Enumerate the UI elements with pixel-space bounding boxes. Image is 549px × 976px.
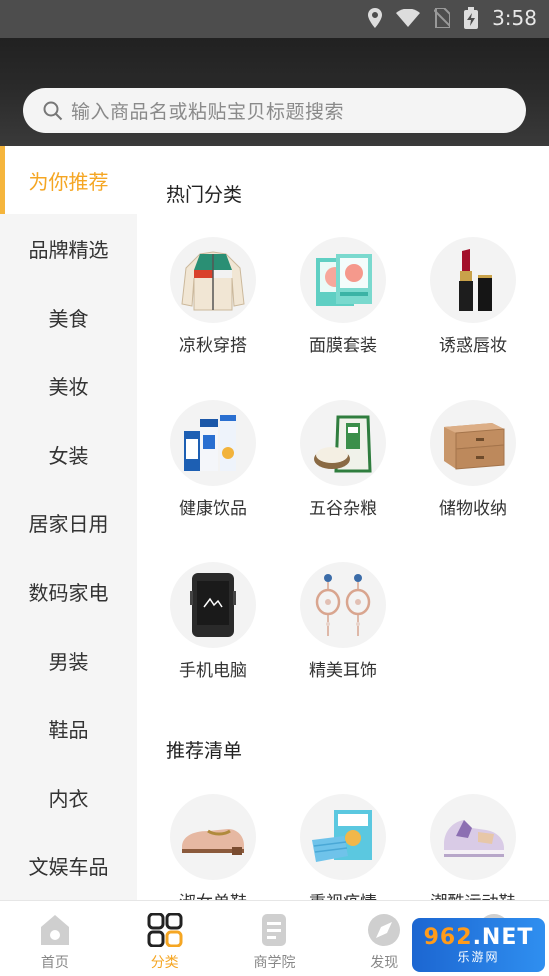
sidebar-item-label: 美食	[48, 306, 89, 331]
category-label: 健康饮品	[179, 499, 247, 519]
sidebar-item-electronics[interactable]: 数码家电	[0, 557, 137, 625]
status-bar: 3:58	[0, 0, 549, 38]
nav-label: 发现	[370, 955, 399, 971]
compass-icon	[368, 914, 401, 946]
category-image	[430, 237, 516, 323]
site-watermark: 962.NET 乐游网	[412, 918, 545, 972]
wifi-icon	[396, 9, 421, 27]
category-content: 热门分类 凉秋穿搭 面膜套装 诱惑唇妆 健康饮品 五谷杂粮 储物收纳 手机电脑 …	[137, 146, 549, 900]
category-label: 面膜套装	[309, 336, 377, 356]
loafer-icon	[182, 829, 244, 855]
category-sidebar: 为你推荐 品牌精选 美食 美妆 女装 居家日用 数码家电 男装 鞋品 内衣 文娱…	[0, 146, 137, 900]
medical-mask-icon	[312, 810, 372, 862]
category-tile[interactable]: 健康饮品	[148, 400, 278, 519]
category-tile[interactable]: 手机电脑	[148, 562, 278, 681]
category-image	[170, 794, 256, 880]
drink-bottles-icon	[184, 415, 236, 471]
header: 3:58 输入商品名或粘贴宝贝标题搜索	[0, 0, 549, 146]
sidebar-item-underwear[interactable]: 内衣	[0, 763, 137, 831]
sidebar-item-entertainment-auto[interactable]: 文娱车品	[0, 831, 137, 899]
sidebar-item-food[interactable]: 美食	[0, 283, 137, 351]
sidebar-item-label: 数码家电	[28, 580, 109, 605]
sidebar-item-label: 男装	[48, 649, 89, 674]
lipstick-icon	[459, 249, 492, 311]
watermark-site-name: 乐游网	[457, 950, 500, 964]
category-tile[interactable]: 精美耳饰	[278, 562, 408, 681]
document-icon	[262, 914, 287, 946]
sidebar-item-label: 居家日用	[28, 511, 109, 536]
status-time: 3:58	[492, 6, 537, 30]
search-input[interactable]: 输入商品名或粘贴宝贝标题搜索	[23, 88, 526, 133]
category-label: 淑女单鞋	[148, 888, 278, 900]
nav-home[interactable]: 首页	[0, 901, 110, 976]
category-tile[interactable]: 重视疫情	[278, 794, 408, 900]
nav-label: 商学院	[253, 955, 296, 971]
category-image	[300, 400, 386, 486]
category-image	[170, 237, 256, 323]
grid-icon	[147, 913, 183, 947]
no-sim-icon	[434, 8, 451, 28]
earrings-icon	[315, 574, 371, 636]
sidebar-item-home[interactable]: 居家日用	[0, 488, 137, 556]
nav-label: 分类	[150, 955, 179, 971]
sidebar-item-label: 为你推荐	[28, 169, 109, 194]
category-label: 凉秋穿搭	[179, 336, 247, 356]
category-label: 五谷杂粮	[309, 499, 377, 519]
location-icon	[368, 8, 383, 28]
category-tile[interactable]: 淑女单鞋	[148, 794, 278, 900]
rugged-phone-icon	[190, 573, 236, 637]
watermark-number: 962	[423, 925, 473, 950]
category-label: 手机电脑	[179, 661, 247, 681]
sidebar-item-womenswear[interactable]: 女装	[0, 420, 137, 488]
category-image	[430, 400, 516, 486]
sidebar-item-label: 文娱车品	[28, 854, 109, 879]
nav-category[interactable]: 分类	[110, 901, 220, 976]
sidebar-item-label: 女装	[48, 443, 89, 468]
search-icon	[43, 101, 63, 120]
category-tile[interactable]: 面膜套装	[278, 237, 408, 356]
category-label: 潮酷运动鞋	[408, 888, 538, 900]
nav-academy[interactable]: 商学院	[220, 901, 330, 976]
jacket-icon	[181, 251, 245, 311]
facemask-box-icon	[316, 254, 372, 306]
sidebar-item-recommended[interactable]: 为你推荐	[0, 146, 137, 214]
sidebar-item-brands[interactable]: 品牌精选	[0, 214, 137, 282]
sidebar-item-label: 内衣	[48, 786, 89, 811]
sidebar-item-label: 品牌精选	[28, 237, 109, 262]
rice-bag-icon	[314, 415, 372, 473]
category-image	[300, 562, 386, 648]
category-tile[interactable]: 储物收纳	[408, 400, 538, 519]
category-tile[interactable]: 潮酷运动鞋	[408, 794, 538, 900]
recommend-section-title: 推荐清单	[166, 740, 243, 762]
category-label: 储物收纳	[439, 499, 507, 519]
watermark-domain: .NET	[472, 925, 534, 950]
search-placeholder: 输入商品名或粘贴宝贝标题搜索	[71, 101, 345, 123]
sidebar-item-shoes[interactable]: 鞋品	[0, 694, 137, 762]
category-label: 诱惑唇妆	[439, 336, 507, 356]
sidebar-item-beauty[interactable]: 美妆	[0, 351, 137, 419]
storage-drawer-icon	[444, 423, 505, 470]
category-label: 重视疫情	[278, 888, 408, 900]
category-image	[170, 400, 256, 486]
category-image	[300, 794, 386, 880]
sidebar-item-menswear[interactable]: 男装	[0, 626, 137, 694]
category-tile[interactable]: 诱惑唇妆	[408, 237, 538, 356]
category-tile[interactable]: 凉秋穿搭	[148, 237, 278, 356]
category-image	[170, 562, 256, 648]
category-label: 精美耳饰	[309, 661, 377, 681]
category-image	[300, 237, 386, 323]
hot-section-title: 热门分类	[166, 184, 243, 206]
sidebar-item-label: 美妆	[48, 374, 89, 399]
sneaker-icon	[444, 820, 504, 857]
category-tile[interactable]: 五谷杂粮	[278, 400, 408, 519]
battery-charging-icon	[464, 7, 479, 29]
home-icon	[40, 915, 69, 945]
sidebar-item-label: 鞋品	[48, 717, 89, 742]
category-image	[430, 794, 516, 880]
nav-label: 首页	[40, 955, 69, 971]
